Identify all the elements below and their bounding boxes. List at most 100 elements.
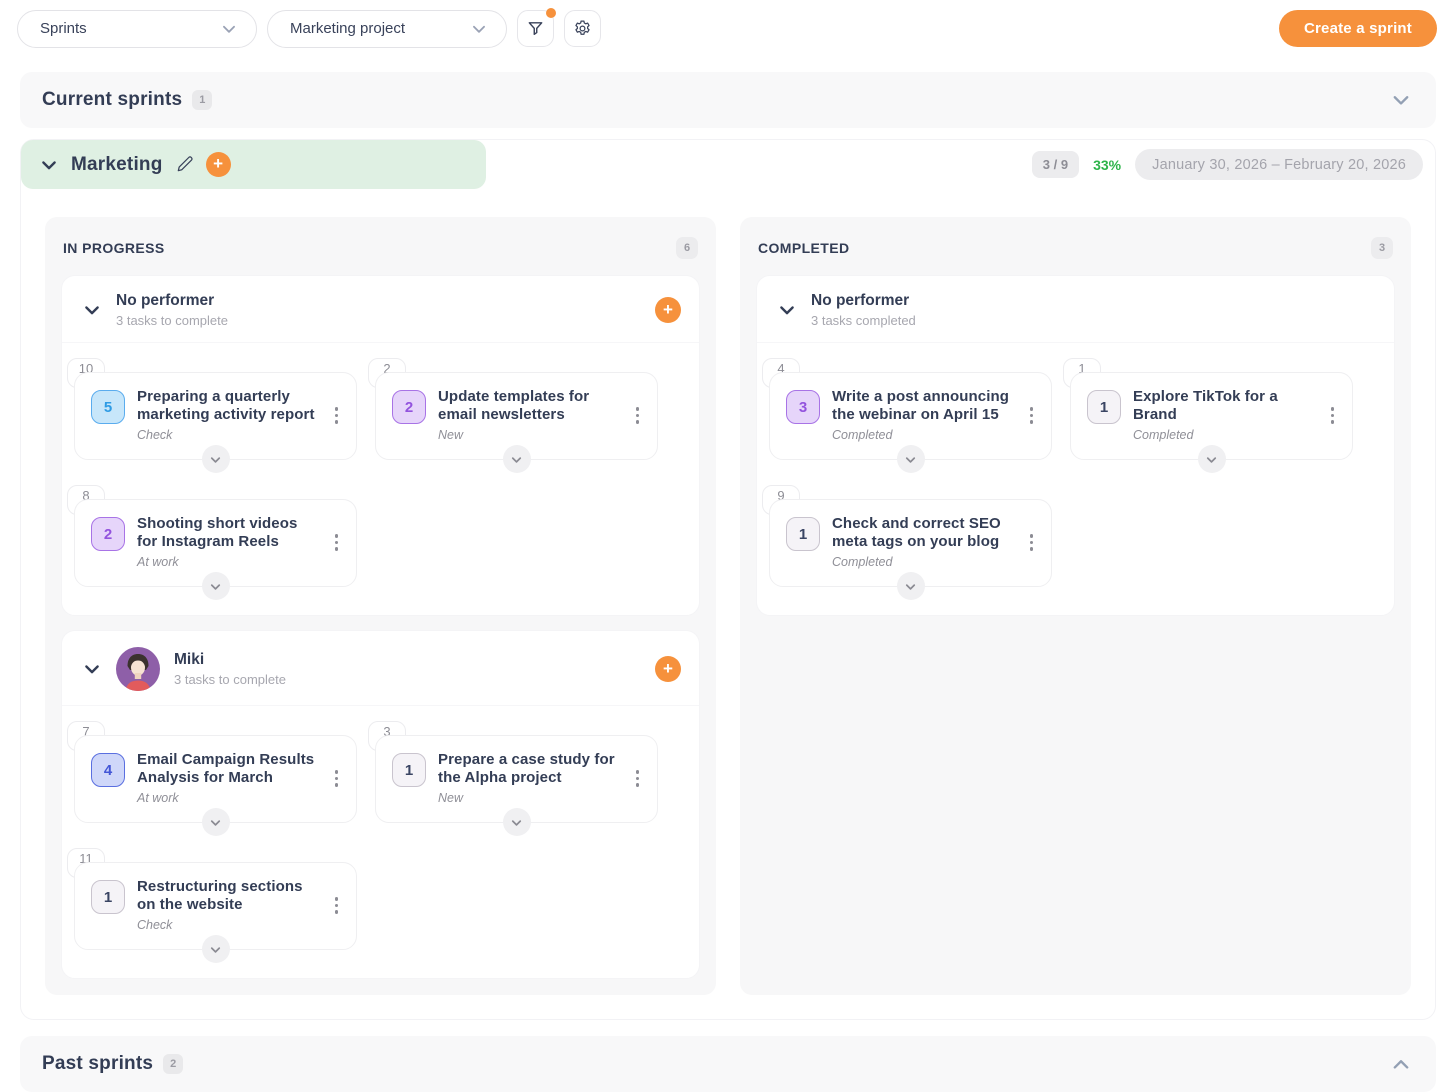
filter-button[interactable] [517,10,554,47]
group-collapse-button[interactable] [82,300,102,320]
performer-task-summary: 3 tasks to complete [174,672,286,687]
task-title: Prepare a case study for the Alpha proje… [438,751,618,788]
task-expand-button[interactable] [202,572,230,600]
column-header: COMPLETED 3 [756,231,1395,265]
kebab-menu-icon[interactable] [329,530,345,555]
sprint-progress-percent: 33% [1093,157,1121,173]
task-card[interactable]: 1 Check and correct SEO meta tags on you… [769,499,1052,587]
task-expand-button[interactable] [503,445,531,473]
chevron-down-icon [470,20,488,38]
task-card[interactable]: 2 Shooting short videos for Instagram Re… [74,499,357,587]
group-labels: No performer 3 tasks completed [811,292,916,328]
task-text: Write a post announcing the webinar on A… [832,388,1012,442]
view-select[interactable]: Sprints [17,10,257,48]
performer-name: Miki [174,651,286,669]
task-status: New [438,428,618,442]
add-task-button[interactable] [655,297,681,323]
performer-name: No performer [116,292,228,310]
add-task-to-sprint-button[interactable] [206,152,231,177]
chevron-down-icon [903,452,918,467]
performer-task-summary: 3 tasks completed [811,313,916,328]
column-completed: COMPLETED 3 No performer 3 tasks complet… [740,217,1411,995]
task-title: Update templates for email newsletters [438,388,618,425]
funnel-icon [526,19,545,38]
kebab-menu-icon[interactable] [630,766,646,791]
column-title: IN PROGRESS [63,240,165,256]
kebab-menu-icon[interactable] [1024,530,1040,555]
task-title: Restructuring sections on the website [137,878,317,915]
task-text: Restructuring sections on the website Ch… [137,878,317,932]
task-card[interactable]: 1 Explore TikTok for a Brand Completed [1070,372,1353,460]
task-expand-button[interactable] [897,445,925,473]
task-card[interactable]: 3 Write a post announcing the webinar on… [769,372,1052,460]
task-text: Shooting short videos for Instagram Reel… [137,515,317,569]
task-expand-button[interactable] [202,935,230,963]
project-select[interactable]: Marketing project [267,10,507,48]
story-points-chip: 1 [91,880,125,914]
task-expand-button[interactable] [202,445,230,473]
column-in-progress: IN PROGRESS 6 No performer 3 tasks to co… [45,217,716,995]
chevron-up-icon[interactable] [1390,1053,1412,1075]
past-sprints-bar[interactable]: Past sprints 2 [20,1036,1436,1092]
sprints-page: Sprints Marketing project Create a sprin… [0,0,1450,1038]
task-status: Check [137,428,317,442]
pencil-icon [175,155,194,174]
group-no-performer: No performer 3 tasks to complete 10 5 Pr… [61,275,700,616]
kebab-menu-icon[interactable] [1024,403,1040,428]
task-expand-button[interactable] [1198,445,1226,473]
task-cell: 7 4 Email Campaign Results Analysis for … [74,735,357,823]
chevron-down-icon [777,300,797,320]
group-collapse-button[interactable] [82,659,102,679]
task-card[interactable]: 5 Preparing a quarterly marketing activi… [74,372,357,460]
create-sprint-button[interactable]: Create a sprint [1279,10,1437,47]
sprint-collapse-button[interactable] [39,155,59,175]
task-grid: 7 4 Email Campaign Results Analysis for … [62,706,699,978]
task-expand-button[interactable] [503,808,531,836]
task-expand-button[interactable] [897,572,925,600]
kebab-menu-icon[interactable] [329,893,345,918]
task-card[interactable]: 1 Prepare a case study for the Alpha pro… [375,735,658,823]
avatar [116,647,160,691]
group-collapse-button[interactable] [777,300,797,320]
chevron-down-icon[interactable] [1390,89,1412,111]
story-points-chip: 4 [91,753,125,787]
task-text: Update templates for email newsletters N… [438,388,618,442]
kebab-menu-icon[interactable] [329,403,345,428]
story-points-chip: 1 [1087,390,1121,424]
edit-sprint-button[interactable] [175,155,194,174]
task-text: Check and correct SEO meta tags on your … [832,515,1012,569]
kebab-menu-icon[interactable] [630,403,646,428]
kebab-menu-icon[interactable] [1325,403,1341,428]
task-cell: 3 1 Prepare a case study for the Alpha p… [375,735,658,823]
column-count-badge: 3 [1371,237,1393,259]
story-points-chip: 3 [786,390,820,424]
task-cell: 9 1 Check and correct SEO meta tags on y… [769,499,1052,587]
task-card[interactable]: 4 Email Campaign Results Analysis for Ma… [74,735,357,823]
performer-group-header: Miki 3 tasks to complete [62,631,699,706]
add-task-button[interactable] [655,656,681,682]
task-cell: 1 1 Explore TikTok for a Brand Completed [1070,372,1353,460]
story-points-chip: 5 [91,390,125,424]
task-status: New [438,791,618,805]
group-labels: No performer 3 tasks to complete [116,292,228,328]
chevron-down-icon [509,815,524,830]
task-status: Completed [832,555,1012,569]
past-sprints-count: 2 [163,1054,183,1074]
sprint-marketing: Marketing 3 / 9 33% January 30, 2026 – F… [20,139,1436,1020]
column-title: COMPLETED [758,240,850,256]
task-card[interactable]: 1 Restructuring sections on the website … [74,862,357,950]
column-header: IN PROGRESS 6 [61,231,700,265]
task-title: Shooting short videos for Instagram Reel… [137,515,317,552]
task-card[interactable]: 2 Update templates for email newsletters… [375,372,658,460]
story-points-chip: 1 [392,753,426,787]
current-sprints-bar[interactable]: Current sprints 1 [20,72,1436,128]
sprint-progress-ratio: 3 / 9 [1032,151,1079,178]
settings-button[interactable] [564,10,601,47]
performer-task-summary: 3 tasks to complete [116,313,228,328]
task-text: Preparing a quarterly marketing activity… [137,388,317,442]
toolbar: Sprints Marketing project Create a sprin… [0,0,1450,50]
task-expand-button[interactable] [202,808,230,836]
task-title: Email Campaign Results Analysis for Marc… [137,751,317,788]
kebab-menu-icon[interactable] [329,766,345,791]
performer-name: No performer [811,292,916,310]
